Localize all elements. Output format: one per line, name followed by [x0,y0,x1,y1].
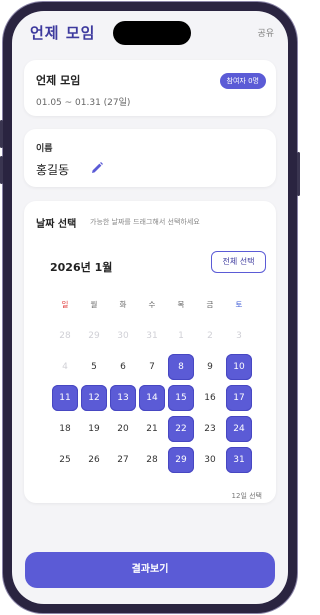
calendar-day[interactable]: 19 [81,416,107,442]
calendar-day[interactable]: 20 [110,416,136,442]
calendar-day[interactable]: 25 [52,447,78,473]
calendar-day: 2 [207,331,213,341]
calendar-day[interactable]: 15 [168,385,194,411]
calendar-day[interactable]: 30 [197,447,223,473]
calendar-day: 29 [88,331,100,341]
calendar-day: 3 [236,331,242,341]
calendar-day[interactable]: 14 [139,385,165,411]
weekday-tue: 화 [119,300,127,309]
calendar-day[interactable]: 29 [168,447,194,473]
weekday-sun: 일 [61,300,69,309]
participants-badge: 참여자 0명 [219,73,266,89]
calendar-day[interactable]: 26 [81,447,107,473]
calendar-day: 28 [59,331,71,341]
calendar-day[interactable]: 16 [197,385,223,411]
calendar-day[interactable]: 8 [168,354,194,380]
name-label: 이름 [36,144,53,154]
weekday-sat: 토 [235,300,243,309]
calendar-day[interactable]: 22 [168,416,194,442]
calendar-grid: 일 월 화 수 목 금 토 28 29 30 31 1 2 3 4 5 6 7 8 9 10 11 12 13 14 15 16 17… [24,201,276,503]
calendar-day[interactable]: 11 [52,385,78,411]
weekday-mon: 월 [90,300,98,309]
calendar-day[interactable]: 21 [139,416,165,442]
calendar-day[interactable]: 24 [226,416,252,442]
calendar-day[interactable]: 6 [110,354,136,380]
event-card: 언제 모임 01.05 ~ 01.31 (27일) 참여자 0명 [24,60,276,116]
view-results-button[interactable]: 결과보기 [25,552,275,588]
weekday-thu: 목 [177,300,185,309]
calendar-day[interactable]: 13 [110,385,136,411]
calendar-day[interactable]: 23 [197,416,223,442]
event-date-range: 01.05 ~ 01.31 (27일) [36,98,131,108]
calendar-day[interactable]: 7 [139,354,165,380]
calendar-day[interactable]: 5 [81,354,107,380]
calendar-day[interactable]: 10 [226,354,252,380]
calendar-day[interactable]: 18 [52,416,78,442]
power-button [297,152,300,196]
weekday-fri: 금 [206,300,214,309]
app-logo: 언제 모임 [30,24,96,42]
name-card: 이름 홍길동 [24,129,276,187]
calendar-day: 31 [146,331,158,341]
calendar-day[interactable]: 31 [226,447,252,473]
dynamic-island [113,21,191,45]
pencil-icon[interactable] [90,161,104,175]
calendar-day: 1 [178,331,184,341]
calendar-day: 30 [117,331,129,341]
weekday-wed: 수 [148,300,156,309]
name-value: 홍길동 [36,163,70,177]
selected-count: 12일 선택 [231,492,262,500]
share-button[interactable]: 공유 [257,26,274,39]
volume-up-button [0,120,3,148]
phone-frame: 언제 모임 공유 언제 모임 01.05 ~ 01.31 (27일) 참여자 0… [0,2,300,613]
calendar-day: 4 [62,362,68,372]
calendar-day[interactable]: 12 [81,385,107,411]
event-title: 언제 모임 [36,74,81,87]
calendar-day[interactable]: 17 [226,385,252,411]
screen: 언제 모임 공유 언제 모임 01.05 ~ 01.31 (27일) 참여자 0… [12,11,288,604]
calendar-day[interactable]: 27 [110,447,136,473]
calendar-day[interactable]: 28 [139,447,165,473]
volume-down-button [0,156,3,184]
date-select-card: 날짜 선택 가능한 날짜를 드래그해서 선택하세요 2026년 1월 전체 선택… [24,201,276,503]
calendar-day[interactable]: 9 [197,354,223,380]
